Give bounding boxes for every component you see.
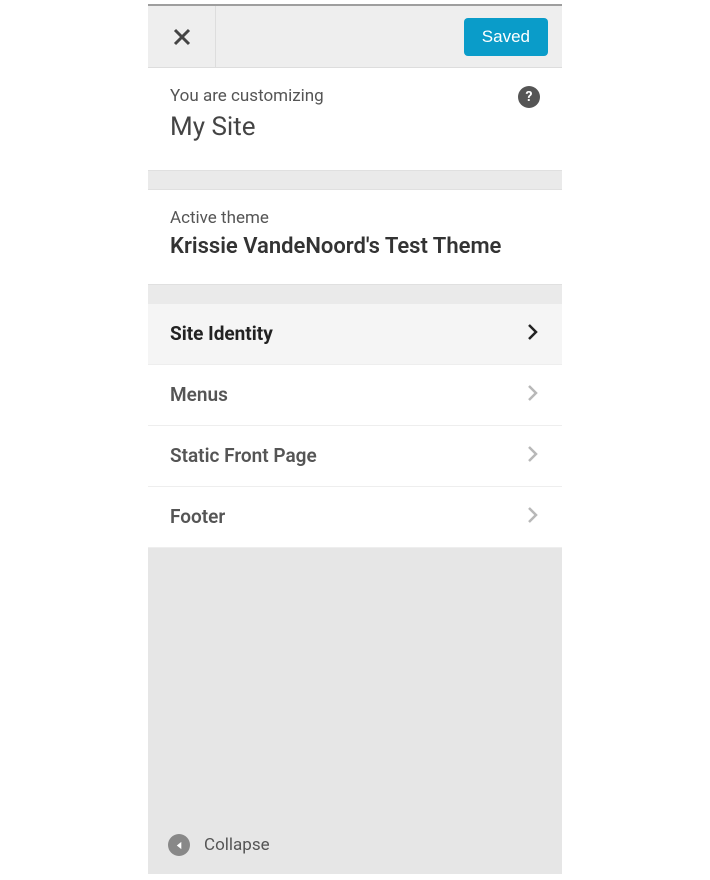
collapse-label: Collapse [204, 835, 270, 855]
section-label: Static Front Page [170, 444, 317, 467]
chevron-right-icon [526, 444, 540, 468]
section-label: Menus [170, 383, 228, 406]
collapse-button[interactable]: Collapse [148, 818, 562, 874]
active-theme-name: Krissie VandeNoord's Test Theme [170, 232, 540, 262]
sections-list: Site Identity Menus Static Front Page Fo… [148, 304, 562, 548]
customizer-panel: Saved You are customizing My Site ? Acti… [148, 4, 562, 874]
section-static-front-page[interactable]: Static Front Page [148, 426, 562, 487]
customizing-header: You are customizing My Site ? [148, 68, 562, 170]
topbar-actions: Saved [216, 6, 562, 67]
saved-button[interactable]: Saved [464, 18, 548, 56]
divider [148, 170, 562, 190]
topbar: Saved [148, 6, 562, 68]
section-label: Footer [170, 505, 225, 528]
section-label: Site Identity [170, 322, 273, 345]
close-icon [172, 27, 192, 47]
section-footer[interactable]: Footer [148, 487, 562, 548]
collapse-arrow-icon [168, 834, 190, 856]
customizing-prefix: You are customizing [170, 86, 540, 106]
empty-area [148, 548, 562, 818]
chevron-right-icon [526, 322, 540, 346]
close-button[interactable] [148, 6, 216, 67]
chevron-right-icon [526, 505, 540, 529]
active-theme-block: Active theme Krissie VandeNoord's Test T… [148, 190, 562, 284]
help-icon[interactable]: ? [518, 86, 540, 108]
divider [148, 284, 562, 304]
section-site-identity[interactable]: Site Identity [148, 304, 562, 365]
site-name: My Site [170, 112, 540, 142]
section-menus[interactable]: Menus [148, 365, 562, 426]
active-theme-label: Active theme [170, 208, 540, 228]
chevron-right-icon [526, 383, 540, 407]
